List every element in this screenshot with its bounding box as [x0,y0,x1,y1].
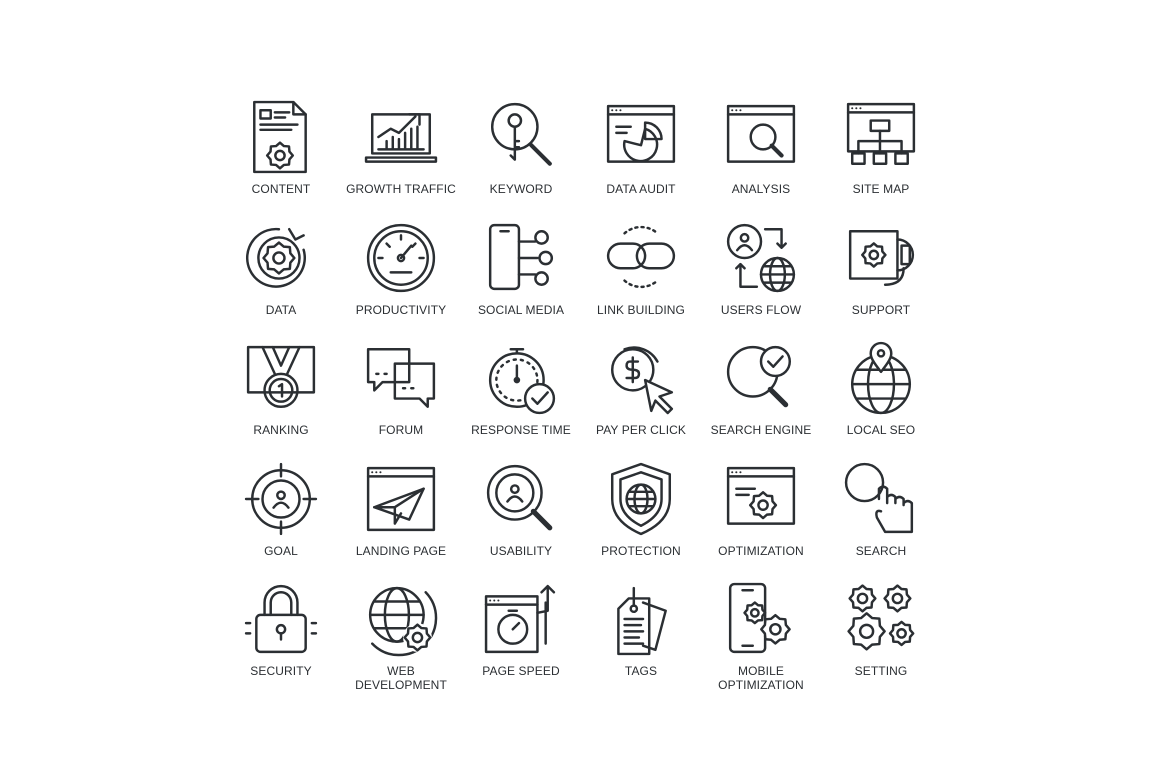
icon-item: USERS FLOW [701,221,821,342]
document-gear-icon [253,100,307,174]
icon-item: SUPPORT [821,221,941,342]
icon-item: LINK BUILDING [581,221,701,342]
icon-label: USABILITY [489,543,553,558]
icon-label: CONTENT [251,182,311,196]
icon-item: SOCIAL MEDIA [461,221,581,342]
icon-label: WEB DEVELOPMENT [355,664,447,692]
icon-label: USERS FLOW [720,302,802,317]
icon-label: OPTIMIZATION [718,543,804,558]
icon-item: MOBILE OPTIMIZATION [701,582,821,703]
icon-label: SETTING [854,664,908,678]
icon-label: LINK BUILDING [597,302,685,317]
icon-item: PROTECTION [581,462,701,583]
magnifier-user-icon [486,464,553,530]
icon-item: PAGE SPEED [461,582,581,703]
icon-item: RANKING [221,341,341,462]
headset-gear-icon [848,229,915,286]
icon-item: LOCAL SEO [821,341,941,462]
icon-label: KEYWORD [489,182,553,196]
icon-item: DATA [221,221,341,342]
icon-item: GROWTH TRAFFIC [341,100,461,221]
icon-label: ANALYSIS [731,182,791,196]
icon-label: SEARCH [855,543,907,558]
browser-magnifier-icon [726,104,796,163]
gear-ring-chart-icon [245,227,306,288]
speedometer-icon [366,223,436,292]
icon-item: OPTIMIZATION [701,462,821,583]
icon-label: FORUM [378,423,424,437]
icon-label: GROWTH TRAFFIC [346,182,456,196]
medal-icon [246,345,316,409]
icon-label: DATA AUDIT [606,182,676,196]
icon-label: RANKING [253,423,309,437]
icon-item: SITE MAP [821,100,941,221]
browser-sitemap-icon [846,102,916,165]
phone-social-icon [488,223,554,290]
icon-item: PRODUCTIVITY [341,221,461,342]
icon-item: FORUM [341,341,461,462]
icon-item: GOAL [221,462,341,583]
target-user-icon [244,462,318,535]
icon-label: LANDING PAGE [355,543,447,558]
icon-item: RESPONSE TIME [461,341,581,462]
icon-item: LANDING PAGE [341,462,461,583]
icon-item: SEARCH ENGINE [701,341,821,462]
icon-label: SITE MAP [852,182,910,196]
globe-pin-icon [850,341,912,415]
padlock-icon [244,584,318,654]
icon-item: KEYWORD [461,100,581,221]
icon-label: DATA [265,302,297,317]
icon-grid: CONTENT GROWTH TRAFFIC KEYWORD DATA AUDIT AN… [221,100,941,703]
laptop-growth-chart-icon [364,113,438,163]
icon-item: SECURITY [221,582,341,703]
icon-item: SEARCH [821,462,941,583]
user-globe-arrows-icon [726,223,796,292]
magnifier-hand-icon [844,462,914,533]
browser-paper-plane-icon [366,466,436,531]
globe-gear-icon [368,586,438,657]
icon-label: PAY PER CLICK [596,423,686,437]
icon-label: LOCAL SEO [846,423,916,437]
icon-label: SEARCH ENGINE [710,423,812,437]
icon-label: RESPONSE TIME [471,423,571,437]
icon-label: MOBILE OPTIMIZATION [718,664,804,692]
icon-label: SOCIAL MEDIA [477,302,565,317]
chat-bubbles-icon [366,347,436,409]
magnifier-check-icon [726,345,792,408]
shield-globe-icon [610,462,672,535]
dollar-cursor-icon [610,346,674,415]
icon-item: PAY PER CLICK [581,341,701,462]
icon-label: TAGS [624,664,658,678]
icon-item: SETTING [821,582,941,703]
icon-item: ANALYSIS [701,100,821,221]
icon-label: SECURITY [250,664,312,678]
browser-gear-icon [726,466,796,525]
chain-link-icon [606,225,676,288]
icon-item: CONTENT [221,100,341,221]
icon-item: WEB DEVELOPMENT [341,582,461,703]
price-tags-icon [617,586,667,656]
icon-label: PAGE SPEED [482,664,560,678]
icon-label: PROTECTION [601,543,681,558]
key-magnifier-icon [490,102,552,166]
icon-label: GOAL [264,543,298,558]
phone-gears-icon [728,582,791,654]
icon-item: USABILITY [461,462,581,583]
icon-label: PRODUCTIVITY [355,302,447,317]
browser-stopwatch-icon [484,584,556,654]
stopwatch-check-icon [488,347,556,415]
gears-icon [847,584,915,651]
icon-label: SUPPORT [851,302,911,317]
icon-item: DATA AUDIT [581,100,701,221]
icon-item: TAGS [581,582,701,703]
browser-pie-chart-icon [606,104,676,163]
